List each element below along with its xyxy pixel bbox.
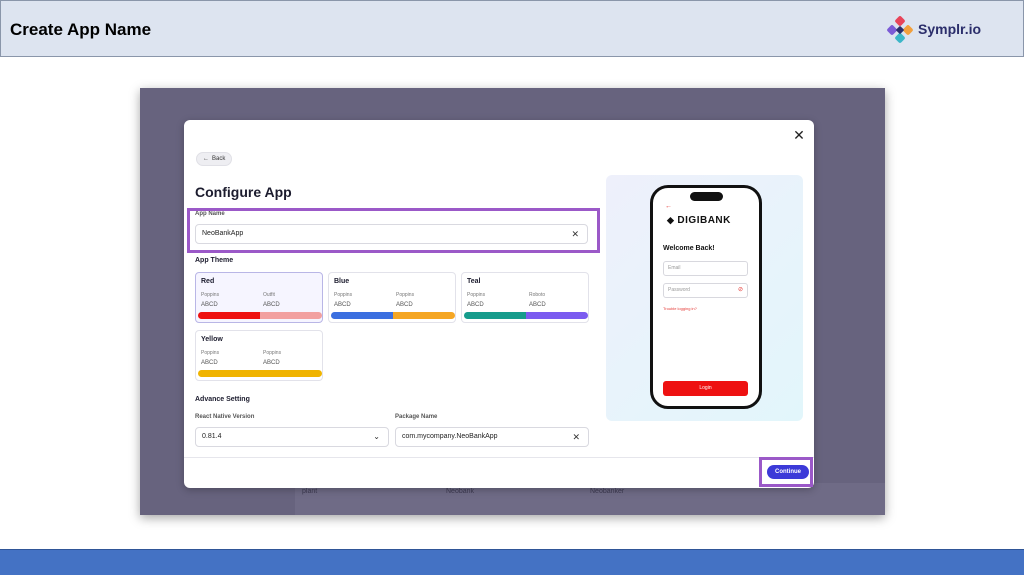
theme-font-secondary: Outfit xyxy=(263,292,275,298)
close-icon[interactable]: ✕ xyxy=(792,128,806,142)
back-button[interactable]: ← Back xyxy=(196,152,233,166)
back-label: Back xyxy=(212,156,226,162)
theme-color-swatch xyxy=(198,370,322,377)
configure-app-modal: ✕ ← Back Configure App App Name NeoBankA… xyxy=(184,120,814,488)
theme-font-sample: ABCD xyxy=(467,302,484,308)
theme-name: Yellow xyxy=(201,336,223,343)
preview-welcome: Welcome Back! xyxy=(663,245,715,252)
continue-highlight xyxy=(759,457,813,487)
theme-font-sample: ABCD xyxy=(263,360,280,366)
modal-title: Configure App xyxy=(195,184,292,200)
theme-font-sample: ABCD xyxy=(201,302,218,308)
theme-name: Blue xyxy=(334,278,350,285)
background-cell: Neobanker xyxy=(590,488,625,495)
slide-footer xyxy=(0,549,1024,575)
theme-card-yellow[interactable]: Yellow Poppins Poppins ABCD ABCD xyxy=(195,330,323,381)
theme-card-blue[interactable]: Blue Poppins Poppins ABCD ABCD xyxy=(328,272,456,323)
theme-name: Red xyxy=(201,278,215,285)
theme-font-primary: Poppins xyxy=(201,350,220,356)
preview-logo: ◆ DIGIBANK xyxy=(667,215,731,226)
theme-font-sample: ABCD xyxy=(334,302,351,308)
preview-email-field: Email xyxy=(663,261,748,276)
clear-icon[interactable]: ✕ xyxy=(572,428,580,446)
theme-card-red[interactable]: Red Poppins Outfit ABCD ABCD xyxy=(195,272,323,323)
react-native-version-select[interactable]: 0.81.4 ⌄ xyxy=(195,427,389,447)
phone-mockup: ← ◆ DIGIBANK Welcome Back! Email Passwor… xyxy=(650,185,762,409)
theme-color-swatch xyxy=(464,312,588,319)
chevron-down-icon: ⌄ xyxy=(373,432,380,441)
package-name-label: Package Name xyxy=(395,414,438,420)
arrow-left-icon: ← xyxy=(665,203,672,210)
brand-logo: Symplr.io xyxy=(885,15,995,45)
background-cell: plant xyxy=(302,488,318,495)
theme-name: Teal xyxy=(467,278,481,285)
theme-card-teal[interactable]: Teal Poppins Roboto ABCD ABCD xyxy=(461,272,589,323)
theme-font-primary: Poppins xyxy=(334,292,353,298)
package-name-value: com.mycompany.NeoBankApp xyxy=(402,433,498,440)
preview-logo-text: DIGIBANK xyxy=(677,215,731,226)
react-native-version-label: React Native Version xyxy=(195,414,255,420)
theme-font-sample: ABCD xyxy=(396,302,413,308)
preview-password-placeholder: Password xyxy=(668,287,690,293)
theme-font-secondary: Poppins xyxy=(263,350,282,356)
arrow-left-icon: ← xyxy=(203,156,209,162)
slide-header: Create App Name Symplr.io xyxy=(0,0,1024,57)
preview-password-field: Password ⊘ xyxy=(663,283,748,298)
brand-name: Symplr.io xyxy=(918,21,982,37)
modal-footer-divider xyxy=(184,457,814,458)
app-preview-panel: ← ◆ DIGIBANK Welcome Back! Email Passwor… xyxy=(606,175,803,421)
package-name-input[interactable]: com.mycompany.NeoBankApp ✕ xyxy=(395,427,589,447)
theme-font-sample: ABCD xyxy=(201,360,218,366)
theme-font-sample: ABCD xyxy=(529,302,546,308)
symplr-logo-icon xyxy=(887,16,913,43)
app-theme-heading: App Theme xyxy=(195,257,234,264)
theme-font-sample: ABCD xyxy=(263,302,280,308)
advance-setting-heading: Advance Setting xyxy=(195,396,250,403)
theme-font-primary: Poppins xyxy=(201,292,220,298)
preview-login-button: Login xyxy=(663,381,748,396)
diamond-logo-icon: ◆ xyxy=(667,215,675,225)
background-cell: Neobank xyxy=(446,488,475,495)
phone-notch xyxy=(690,192,723,201)
theme-color-swatch xyxy=(331,312,455,319)
react-native-version-value: 0.81.4 xyxy=(202,433,222,440)
theme-font-secondary: Roboto xyxy=(529,292,546,298)
theme-font-secondary: Poppins xyxy=(396,292,415,298)
theme-color-swatch xyxy=(198,312,322,319)
slide: Create App Name Symplr.io plant Neobank … xyxy=(0,0,1024,575)
preview-forgot-link: Trouble logging in? xyxy=(663,306,697,311)
theme-font-primary: Poppins xyxy=(467,292,486,298)
slide-title: Create App Name xyxy=(10,20,152,39)
app-name-highlight xyxy=(187,208,600,253)
eye-off-icon: ⊘ xyxy=(737,287,743,293)
